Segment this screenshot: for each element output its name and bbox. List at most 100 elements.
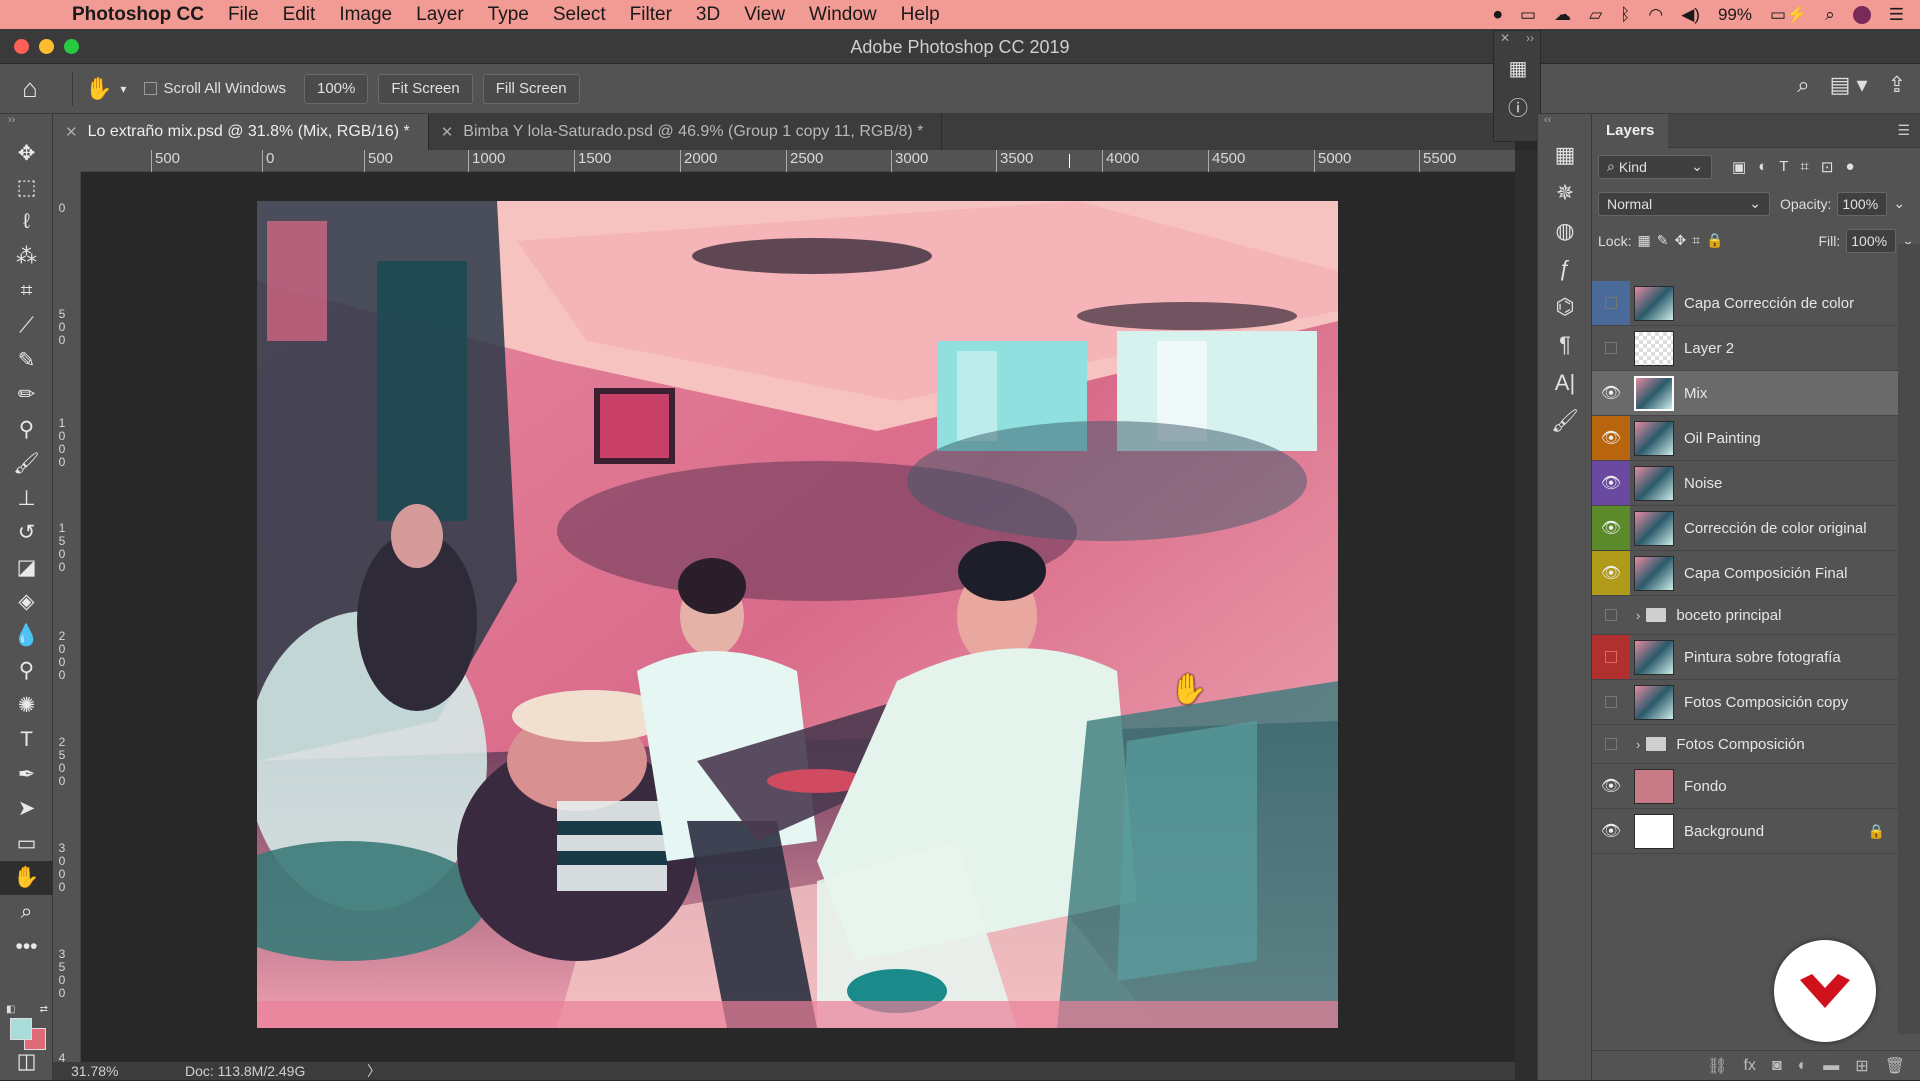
menu-layer[interactable]: Layer: [416, 4, 464, 26]
layer-correccion-de-color-original[interactable]: 👁 Corrección de color original: [1592, 506, 1899, 551]
artwork-painting[interactable]: [257, 201, 1338, 1028]
paths-icon[interactable]: ⌬: [1538, 288, 1592, 326]
document-canvas[interactable]: ✋: [81, 172, 1515, 1062]
layer-group-boceto-principal[interactable]: › boceto principal: [1592, 596, 1899, 635]
creative-cloud-icon[interactable]: ☁: [1554, 5, 1571, 25]
character-icon[interactable]: A|: [1538, 364, 1592, 402]
lock-transparent-icon[interactable]: ▦: [1637, 232, 1650, 249]
layer-pintura-sobre-fotografia[interactable]: Pintura sobre fotografía: [1592, 635, 1899, 680]
horizontal-ruler[interactable]: 500 0 500 1000 1500 2000 2500 3000 3500 …: [81, 150, 1515, 172]
status-menu-arrow[interactable]: 〉: [367, 1061, 381, 1081]
notification-center-icon[interactable]: ☰: [1889, 5, 1904, 25]
document-size-info[interactable]: Doc: 113.8M/2.49G: [185, 1063, 305, 1079]
link-layers-icon[interactable]: ⛓: [1707, 1056, 1727, 1076]
workspace-icon[interactable]: ▤ ▾: [1830, 72, 1868, 98]
navigator-icon[interactable]: ✵: [1538, 174, 1592, 212]
clone-stamp-tool-icon[interactable]: ⚲: [0, 412, 53, 447]
zoom-100-button[interactable]: 100%: [303, 73, 369, 104]
chevron-right-icon[interactable]: ›: [1636, 737, 1640, 752]
layer-layer-2[interactable]: Layer 2: [1592, 326, 1899, 371]
layer-style-fx-icon[interactable]: fx: [1743, 1057, 1755, 1075]
new-group-icon[interactable]: ▬: [1823, 1057, 1839, 1075]
healing-brush-tool-icon[interactable]: ✎: [0, 343, 53, 378]
collapse-toolbar-icon[interactable]: ››: [0, 114, 52, 136]
magic-wand-tool-icon[interactable]: ⁂: [0, 240, 53, 275]
display-icon[interactable]: ▭: [1520, 5, 1536, 25]
type-tool-icon[interactable]: T: [0, 723, 53, 758]
stamp-tool-icon[interactable]: ⊥: [0, 481, 53, 516]
new-layer-icon[interactable]: ⊞: [1855, 1056, 1868, 1076]
expand-panel-icon[interactable]: ››: [1526, 31, 1534, 49]
eye-icon[interactable]: 👁: [1592, 764, 1630, 808]
menu-view[interactable]: View: [744, 4, 785, 26]
battery-percent[interactable]: 99%: [1718, 5, 1752, 25]
layer-fondo[interactable]: 👁 Fondo: [1592, 764, 1899, 809]
tab-layers[interactable]: Layers: [1592, 113, 1669, 148]
layers-scrollbar[interactable]: [1898, 244, 1920, 1034]
swap-colors-icon[interactable]: ⇄: [40, 1004, 48, 1015]
marquee-tool-icon[interactable]: ⬚: [0, 171, 53, 206]
share-icon[interactable]: ⇪: [1888, 72, 1906, 98]
menu-file[interactable]: File: [228, 4, 259, 26]
menu-image[interactable]: Image: [339, 4, 392, 26]
visibility-toggle[interactable]: [1592, 680, 1630, 724]
eraser-tool-icon[interactable]: ◪: [0, 550, 53, 585]
visibility-toggle[interactable]: [1592, 596, 1630, 634]
app-menu[interactable]: Photoshop CC: [72, 4, 204, 26]
bluetooth-icon[interactable]: ᛒ: [1620, 5, 1630, 25]
foreground-color-swatch[interactable]: [10, 1018, 32, 1040]
chevron-down-icon[interactable]: ▾: [120, 82, 126, 96]
pencil-tool-icon[interactable]: ✏: [0, 378, 53, 413]
brush-settings-icon[interactable]: 🖌: [1538, 402, 1592, 440]
visibility-toggle[interactable]: [1592, 725, 1630, 763]
brush-tool-icon[interactable]: 🖌: [0, 447, 53, 482]
history-brush-tool-icon[interactable]: ↺: [0, 516, 53, 551]
lock-image-icon[interactable]: ✎: [1657, 232, 1669, 249]
menu-select[interactable]: Select: [553, 4, 606, 26]
eye-icon[interactable]: 👁: [1592, 551, 1630, 595]
dodge-tool-icon[interactable]: ⚲: [0, 654, 53, 689]
battery-icon[interactable]: ▭⚡: [1770, 5, 1807, 25]
close-tab-icon[interactable]: ✕: [441, 123, 454, 141]
filter-pixel-icon[interactable]: ▣: [1732, 158, 1746, 176]
vertical-scrollbar[interactable]: [1515, 150, 1537, 1080]
close-tab-icon[interactable]: ✕: [65, 123, 78, 141]
blend-mode-select[interactable]: Normal ⌄: [1598, 191, 1770, 216]
hand-tool-icon[interactable]: ✋: [0, 860, 53, 895]
menu-3d[interactable]: 3D: [696, 4, 720, 26]
tab-bimba-y-lola[interactable]: ✕ Bimba Y lola-Saturado.psd @ 46.9% (Gro…: [429, 114, 943, 150]
add-mask-icon[interactable]: ◙: [1772, 1057, 1782, 1075]
filter-shape-icon[interactable]: ⌗: [1800, 158, 1808, 176]
path-selection-tool-icon[interactable]: ➤: [0, 792, 53, 827]
vertical-ruler[interactable]: 0 5 0 0 1 0 0 0 1 5 0 0 2 0 0 0 2 5 0 0 …: [53, 172, 81, 1065]
layer-capa-correccion-de-color[interactable]: Capa Corrección de color: [1592, 281, 1899, 326]
filter-kind-select[interactable]: ⌕ Kind ⌄: [1598, 154, 1712, 179]
channels-icon[interactable]: ◍: [1538, 212, 1592, 250]
move-tool-icon[interactable]: ✥: [0, 136, 53, 171]
airplay-icon[interactable]: ▱: [1589, 5, 1602, 25]
fill-screen-button[interactable]: Fill Screen: [482, 73, 580, 104]
crop-tool-icon[interactable]: ⌗: [0, 274, 53, 309]
ruler-corner[interactable]: [53, 150, 81, 172]
hand-tool-preset-icon[interactable]: ✋: [85, 76, 112, 102]
close-panel-icon[interactable]: ✕: [1500, 31, 1510, 49]
menu-window[interactable]: Window: [809, 4, 877, 26]
swatches-icon[interactable]: ▦: [1538, 136, 1592, 174]
layer-capa-composicion-final[interactable]: 👁 Capa Composición Final: [1592, 551, 1899, 596]
collapse-icons-icon[interactable]: ‹‹: [1538, 114, 1591, 136]
properties-icon[interactable]: ▦: [1494, 49, 1542, 87]
chevron-down-icon[interactable]: ⌄: [1893, 195, 1905, 212]
layer-group-fotos-composicion[interactable]: › Fotos Composición: [1592, 725, 1899, 764]
paragraph-icon[interactable]: ¶: [1538, 326, 1592, 364]
lasso-tool-icon[interactable]: ℓ: [0, 205, 53, 240]
eye-icon[interactable]: 👁: [1592, 461, 1630, 505]
lock-icon[interactable]: 🔒: [1868, 823, 1885, 840]
delete-layer-icon[interactable]: 🗑: [1885, 1056, 1905, 1076]
lock-position-icon[interactable]: ✥: [1674, 232, 1686, 249]
visibility-toggle[interactable]: [1592, 635, 1630, 679]
layer-noise[interactable]: 👁 Noise: [1592, 461, 1899, 506]
eye-icon[interactable]: 👁: [1592, 371, 1630, 415]
blur-tool-icon[interactable]: 💧: [0, 619, 53, 654]
menu-help[interactable]: Help: [901, 4, 940, 26]
fill-field[interactable]: 100%: [1846, 228, 1897, 253]
